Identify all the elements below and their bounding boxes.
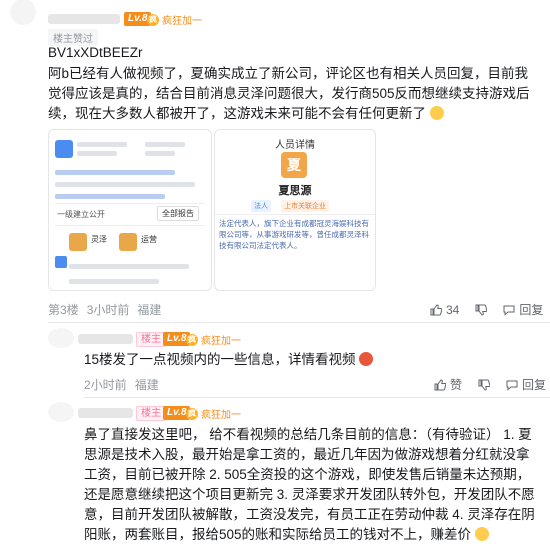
divider [84,397,550,398]
comment-header-2: 楼主 Lv.8 疯 疯狂加一 [0,328,550,350]
reply-icon [506,380,518,391]
comment-title-line: BV1xXDtBEEZr [48,45,143,60]
like-label: 赞 [450,378,463,392]
reply-button[interactable]: 回复 [503,301,543,318]
thumb-down-icon [478,379,491,391]
grimace-emoji-icon [474,527,489,541]
post-time: 2小时前 [84,378,127,392]
fan-medal-label: 疯狂加一 [162,16,202,27]
avatar[interactable] [10,0,36,25]
pill-listed: 上市关联企业 [281,200,329,212]
comment-image-1[interactable]: 一级建立公开 全部报告 灵泽 运营 [48,129,212,291]
angry-emoji-icon [359,352,374,366]
reply-button[interactable]: 回复 [506,376,546,393]
host-tag: 楼主 [136,406,166,421]
image2-header: 人员详情 [275,140,315,151]
fan-medal-icon: 疯 [186,407,198,420]
person-name: 夏思源 [278,185,312,197]
comment-image-2[interactable]: 人员详情 夏 夏思源 法人 上市关联企业 法定代表人，旗下企业有成都冠灵海娱科技… [214,129,376,291]
host-tag: 楼主 [136,332,166,347]
ip-location: 福建 [134,378,159,392]
comment-header-3: 楼主 Lv.8 疯 疯狂加一 [0,402,550,424]
ip-location: 福建 [137,303,162,317]
comment-text-1-content: 阿b已经有人做视频了，夏确实成立了新公司，评论区也有相关人员回复，目前我觉得应该… [48,66,530,121]
reply-label: 回复 [522,378,547,392]
comment-text-2-content: 15楼发了一点视频内的一些信息，详情看视频 [84,352,356,367]
comment-actions-2: 赞 回复 [434,376,546,393]
fan-medal-icon: 疯 [186,333,198,346]
person-avatar: 夏 [281,152,307,178]
dislike-button[interactable] [478,379,491,391]
thumb-up-icon [430,303,442,315]
fan-medal-label: 疯狂加一 [201,336,241,347]
reply-icon [503,305,515,316]
like-button[interactable]: 34 [430,303,459,317]
post-time: 3小时前 [86,303,130,317]
comment-actions-1: 34 回复 [430,301,543,318]
username[interactable] [78,334,133,344]
person-desc: 法定代表人，旗下企业有成都冠灵海娱科技有限公司等，从事游戏研发等，曾任成都灵泽科… [219,219,369,250]
image1-company-b: 运营 [141,235,157,244]
avatar[interactable] [48,328,74,348]
image1-company-a: 灵泽 [91,235,107,244]
username[interactable] [78,408,133,418]
company-b-icon [119,233,137,251]
username[interactable] [48,14,120,24]
comment-meta-2: 2小时前 福建 [84,376,167,393]
fan-medal-label: 疯狂加一 [201,410,241,421]
fan-medal[interactable]: 疯 疯狂加一 [186,332,241,347]
avatar[interactable] [48,402,74,422]
comment-text-2: 15楼发了一点视频内的一些信息，详情看视频 [84,350,374,370]
comment-meta-1: 第3楼 3小时前 福建 [48,301,169,318]
pill-legal: 法人 [251,200,271,212]
comment-text-1: 阿b已经有人做视频了，夏确实成立了新公司，评论区也有相关人员回复，目前我觉得应该… [48,64,538,124]
floor-number: 第3楼 [48,303,79,317]
image1-report-button: 全部报告 [157,206,199,221]
comment-text-3-content: 鼻了直接发这里吧， 给不看视频的总结几条目前的信息：（有待验证） 1. 夏思源是… [84,427,535,542]
comment-text-3: 鼻了直接发这里吧， 给不看视频的总结几条目前的信息：（有待验证） 1. 夏思源是… [84,425,542,545]
company-logo-icon [55,140,73,158]
comment-header-1: Lv.8 疯 疯狂加一 [0,0,550,31]
fan-medal[interactable]: 疯 疯狂加一 [147,12,202,27]
image1-row-label: 一级建立公开 [57,210,105,219]
fan-medal[interactable]: 疯 疯狂加一 [186,406,241,421]
like-count: 34 [446,302,460,317]
fan-medal-icon: 疯 [147,13,159,26]
dislike-button[interactable] [475,304,488,316]
divider [48,322,550,323]
like-button[interactable]: 赞 [434,376,462,393]
person-avatar-char: 夏 [287,157,301,173]
grimace-emoji-icon [429,106,444,120]
company-a-icon [69,233,87,251]
thumb-up-icon [434,378,446,390]
thumb-down-icon [475,304,488,316]
reply-label: 回复 [519,303,544,317]
